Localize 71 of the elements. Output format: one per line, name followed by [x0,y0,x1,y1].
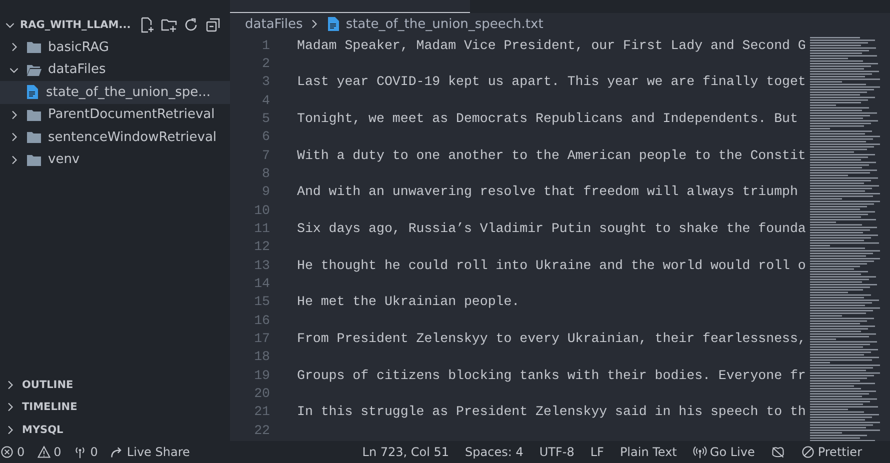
code-line: With a duty to one another to the American people to the Constit [297,148,806,163]
line-number: 21 [253,404,270,420]
code-line: Last year COVID-19 kept us apart. This year we are finally toget [297,74,806,90]
status-item[interactable]: Plain Text [620,445,677,459]
antenna-icon [73,445,88,459]
tree-item[interactable]: basicRAG [0,36,230,58]
line-number: 4 [261,92,270,108]
prohibited-icon [800,445,815,459]
line-number: 14 [253,276,270,291]
line-number: 8 [261,166,270,181]
tree-item[interactable]: venv [0,148,230,171]
tree-item[interactable]: ParentDocumentRetrieval [0,104,230,126]
line-number: 13 [253,258,270,273]
tree-item[interactable]: dataFiles [0,58,230,81]
code-line: Six days ago, Russia’s Vladimir Putin sought to shake the founda [297,220,806,236]
status-item[interactable]: Ln 723, Col 51 [362,445,450,459]
line-number: 17 [253,330,270,346]
line-number: 5 [261,110,270,126]
status-item[interactable]: Go Live [692,445,755,459]
code-line: In this struggle as President Zelenskyy said in his speech to th [297,404,806,420]
line-number: 19 [253,368,270,383]
breadcrumb-item[interactable]: dataFiles [245,16,303,32]
tree-item[interactable]: state_of_the_union_spe... [0,81,230,104]
share-arrow-icon [110,445,124,459]
line-number: 7 [261,148,270,163]
line-number: 3 [261,74,270,90]
status-item[interactable]: 0 [36,445,62,459]
code-line: He thought he could roll into Ukraine and the world would roll o [297,258,806,273]
status-item[interactable]: Spaces: 4 [465,445,524,459]
new-file-icon[interactable] [138,17,155,33]
error-icon [0,445,14,459]
line-number: 6 [261,129,270,144]
code-line: Groups of citizens blocking tanks with their bodies. Everyone fr [297,368,806,383]
status-item[interactable]: LF [590,445,604,459]
tree-item[interactable]: sentenceWindowRetrieval [0,126,230,148]
line-number: 12 [253,239,270,254]
line-number: 15 [253,294,270,310]
code-line: He met the Ukrainian people. [297,294,520,310]
panel-header[interactable]: OUTLINE [0,374,230,396]
line-number: 1 [261,38,270,53]
status-item[interactable]: Prettier [800,445,862,459]
line-number: 11 [253,220,270,236]
folder-icon [26,129,42,146]
line-number: 18 [253,349,270,364]
editor-tab[interactable] [230,0,470,13]
collapse-icon[interactable] [204,17,221,33]
panel-header[interactable]: MYSQL [0,418,230,441]
code-line: And with an unwavering resolve that freedom will always triumph [297,184,798,200]
panel-header[interactable]: TIMELINE [0,396,230,418]
minimap-drawing[interactable] [808,35,880,441]
status-item[interactable]: 0 [0,445,25,459]
status-item[interactable]: 0 [73,445,98,459]
folder-icon [26,39,42,56]
line-number: 9 [261,184,270,200]
new-folder-icon[interactable] [160,17,177,33]
line-number: 10 [253,202,270,218]
status-item[interactable]: Live Share [110,445,190,459]
code-line: From President Zelenskyy to every Ukrainian, their fearlessness, [297,330,806,346]
warning-icon [36,445,51,459]
broadcast-icon [692,445,707,459]
code-line: Tonight, we meet as Democrats Republicans and Independents. But [297,110,798,126]
refresh-icon[interactable] [182,17,199,33]
line-number: 20 [253,386,270,401]
line-number: 22 [253,422,270,438]
explorer-title[interactable]: RAG_WITH_LLAM... [20,19,131,31]
line-number: 2 [261,56,270,71]
code-line: Madam Speaker, Madam Vice President, our First Lady and Second G [297,38,806,53]
file-icon [24,84,40,100]
status-item[interactable]: UTF-8 [539,445,574,459]
line-number: 16 [253,312,270,328]
breadcrumb-item[interactable]: state_of_the_union_speech.txt [346,16,544,32]
